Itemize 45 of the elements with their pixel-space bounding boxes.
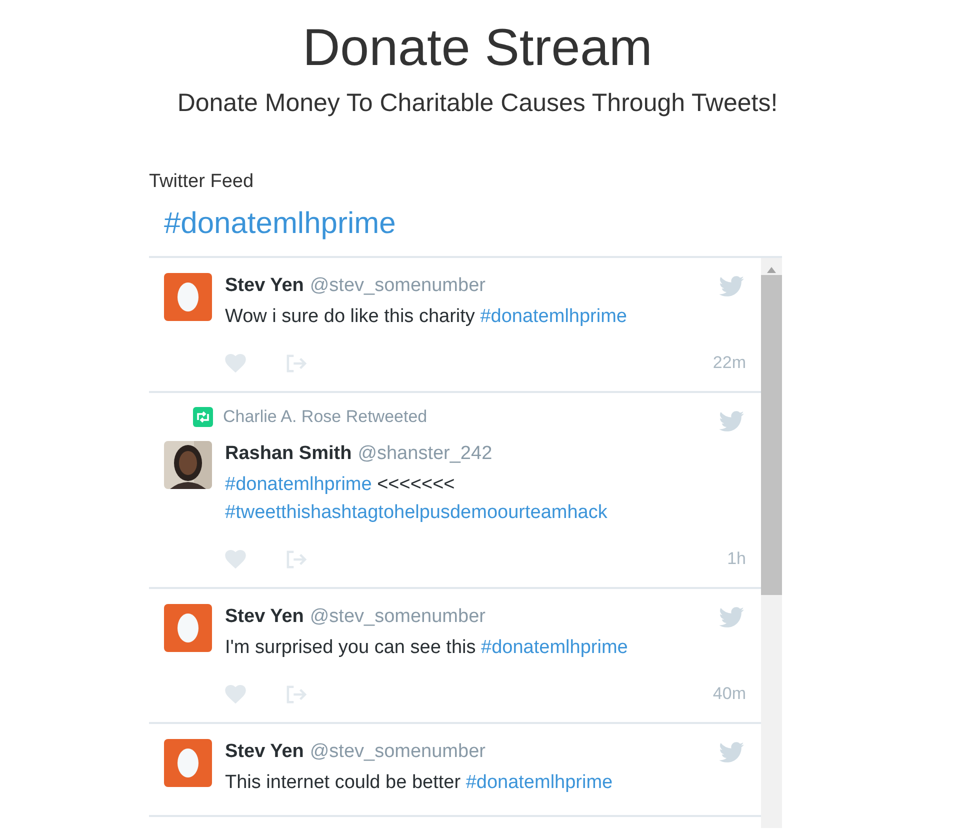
bird-icon[interactable]	[719, 276, 744, 297]
feed-label: Twitter Feed	[149, 170, 255, 194]
tweet-text: I'm surprised you can see this #donatemlhprime	[225, 636, 629, 660]
retweet-icon	[193, 407, 213, 427]
user-handle[interactable]: @shanster_242	[358, 441, 492, 467]
retweet-label: Charlie A. Rose Retweeted	[223, 407, 428, 427]
user-handle[interactable]: @stev_somenumber	[310, 604, 486, 630]
page-subtitle: Donate Money To Charitable Causes Through Tweets!	[177, 88, 778, 119]
tweet-time[interactable]: 40m	[712, 684, 746, 704]
egg-icon	[177, 748, 199, 778]
avatar[interactable]	[164, 604, 212, 652]
bird-icon[interactable]	[719, 411, 744, 432]
heart-icon[interactable]	[225, 354, 246, 372]
share-icon[interactable]	[286, 684, 307, 704]
share-icon[interactable]	[286, 354, 307, 372]
scrollbar[interactable]	[761, 258, 782, 828]
heart-icon[interactable]	[225, 550, 246, 568]
user-name[interactable]: Stev Yen	[225, 273, 304, 299]
hashtag-link[interactable]: #tweetthishashtagtohelpusdemoourteamhack	[225, 502, 608, 523]
page-title: Donate Stream	[302, 18, 652, 79]
egg-icon	[177, 282, 199, 312]
tweet-time[interactable]: 22m	[712, 353, 746, 373]
tweet-text: Wow i sure do like this charity #donatemlhprime	[225, 305, 628, 329]
tweet-time[interactable]: 1h	[727, 549, 746, 569]
heart-icon[interactable]	[225, 684, 246, 704]
user-handle[interactable]: @stev_somenumber	[310, 273, 486, 299]
egg-icon	[177, 613, 199, 643]
avatar[interactable]	[164, 273, 212, 321]
scroll-up-icon[interactable]	[767, 267, 776, 273]
hashtag-link[interactable]: #donatemlhprime	[481, 637, 628, 658]
hashtag-link[interactable]: #donatemlhprime	[480, 306, 627, 327]
share-icon[interactable]	[286, 550, 307, 568]
tweet-text: This internet could be better #donatemlhprime	[225, 771, 614, 795]
bird-icon[interactable]	[719, 742, 744, 763]
hashtag-link[interactable]: #donatemlhprime	[466, 772, 613, 793]
bird-icon[interactable]	[719, 607, 744, 628]
hashtag-link[interactable]: #donatemlhprime	[225, 474, 372, 495]
avatar[interactable]	[164, 739, 212, 787]
user-handle[interactable]: @stev_somenumber	[310, 739, 486, 765]
tweet-text: #donatemlhprime <<<<<<< #tweetthishashtagtohelpusdemoourteamhack	[225, 473, 608, 525]
scrollbar-thumb[interactable]	[761, 275, 782, 595]
hashtag-link[interactable]: #donatemlhprime	[164, 206, 396, 242]
user-name[interactable]: Rashan Smith	[225, 441, 352, 467]
user-name[interactable]: Stev Yen	[225, 739, 304, 765]
user-name[interactable]: Stev Yen	[225, 604, 304, 630]
